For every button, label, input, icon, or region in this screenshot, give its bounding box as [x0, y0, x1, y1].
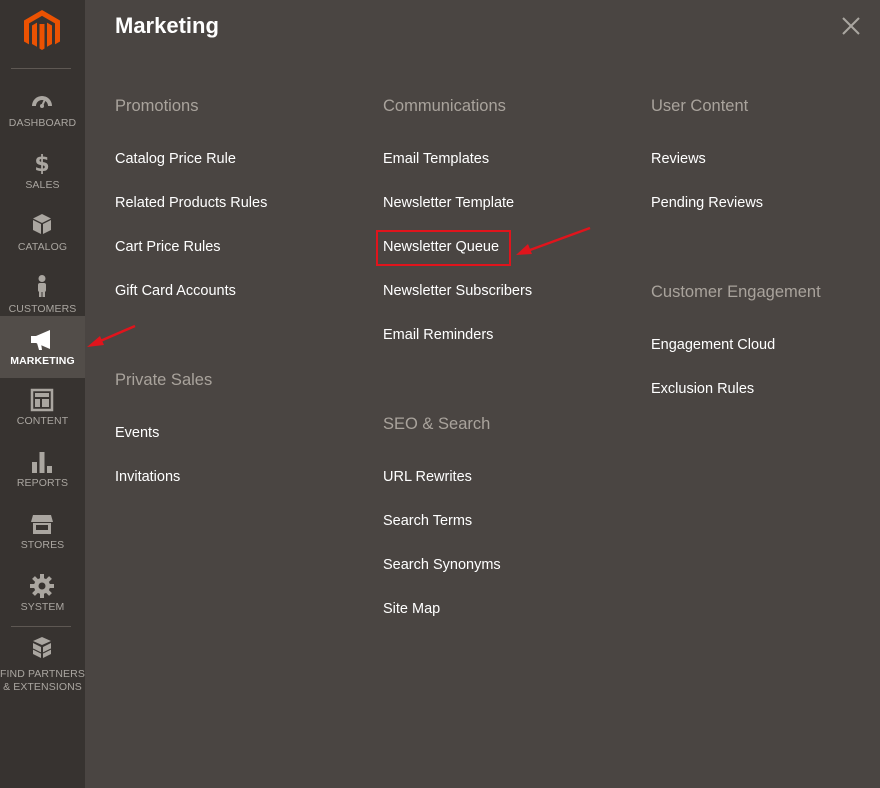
box-icon [33, 214, 51, 234]
sidebar-divider [11, 68, 71, 69]
nav-dashboard-label: Dashboard [8, 117, 77, 129]
nav-sales[interactable]: $ Sales [0, 140, 85, 202]
nav-dashboard[interactable]: Dashboard [0, 78, 85, 140]
group-title-communications: Communications [383, 97, 506, 115]
link-invitations[interactable]: Invitations [115, 469, 180, 485]
bar-chart-icon [32, 452, 52, 473]
link-exclusion-rules[interactable]: Exclusion Rules [651, 381, 754, 397]
find-partners-line1: Find Partners [0, 668, 85, 680]
dashboard-icon [32, 96, 52, 108]
nav-system-label: System [20, 601, 65, 613]
gear-icon [30, 574, 54, 598]
link-newsletter-template[interactable]: Newsletter Template [383, 195, 514, 211]
magento-logo-icon[interactable] [23, 10, 61, 52]
nav-stores[interactable]: Stores [0, 512, 85, 574]
sidebar-divider [11, 626, 71, 627]
link-url-rewrites[interactable]: URL Rewrites [383, 469, 472, 485]
link-related-products-rules[interactable]: Related Products Rules [115, 195, 267, 211]
nav-marketing[interactable]: Marketing [0, 316, 85, 378]
nav-find-partners[interactable]: Find Partners & Extensions [0, 632, 85, 694]
marketing-menu-panel: Marketing Promotions Catalog Price Rule … [85, 0, 880, 788]
megaphone-icon [31, 330, 50, 350]
group-title-customer-engagement: Customer Engagement [651, 283, 821, 301]
nav-reports[interactable]: Reports [0, 450, 85, 512]
link-site-map[interactable]: Site Map [383, 601, 440, 617]
nav-catalog[interactable]: Catalog [0, 202, 85, 264]
nav-content[interactable]: Content [0, 388, 85, 450]
link-reviews[interactable]: Reviews [651, 151, 706, 167]
storefront-icon [31, 515, 53, 534]
link-email-reminders[interactable]: Email Reminders [383, 327, 493, 343]
annotation-highlight-box [376, 230, 511, 266]
nav-content-label: Content [16, 415, 69, 427]
link-email-templates[interactable]: Email Templates [383, 151, 489, 167]
close-icon[interactable] [840, 15, 862, 37]
group-title-user-content: User Content [651, 97, 749, 115]
link-gift-card-accounts[interactable]: Gift Card Accounts [115, 283, 236, 299]
nav-catalog-label: Catalog [17, 241, 68, 253]
nav-stores-label: Stores [20, 539, 65, 551]
panel-title: Marketing [115, 13, 219, 38]
link-catalog-price-rule[interactable]: Catalog Price Rule [115, 151, 236, 167]
nav-reports-label: Reports [16, 477, 69, 489]
person-icon [38, 275, 46, 297]
nav-marketing-label: Marketing [10, 355, 75, 367]
nav-sales-label: Sales [25, 179, 60, 191]
group-title-private-sales: Private Sales [115, 371, 213, 389]
link-newsletter-subscribers[interactable]: Newsletter Subscribers [383, 283, 532, 299]
link-search-synonyms[interactable]: Search Synonyms [383, 557, 501, 573]
link-engagement-cloud[interactable]: Engagement Cloud [651, 337, 775, 353]
nav-find-partners-label: Find Partners & Extensions [0, 668, 85, 694]
group-title-promotions: Promotions [115, 97, 199, 115]
find-partners-line2: & Extensions [3, 681, 82, 693]
link-cart-price-rules[interactable]: Cart Price Rules [115, 239, 221, 255]
link-events[interactable]: Events [115, 425, 159, 441]
layout-icon [30, 388, 54, 412]
link-search-terms[interactable]: Search Terms [383, 513, 472, 529]
admin-sidebar: Dashboard $ Sales Catalog Customers Mark [0, 0, 85, 788]
blocks-icon [32, 637, 52, 658]
nav-customers-label: Customers [8, 303, 77, 315]
link-pending-reviews[interactable]: Pending Reviews [651, 195, 763, 211]
dollar-icon: $ [34, 152, 49, 174]
svg-text:$: $ [34, 152, 49, 174]
group-title-seo-search: SEO & Search [383, 415, 491, 433]
